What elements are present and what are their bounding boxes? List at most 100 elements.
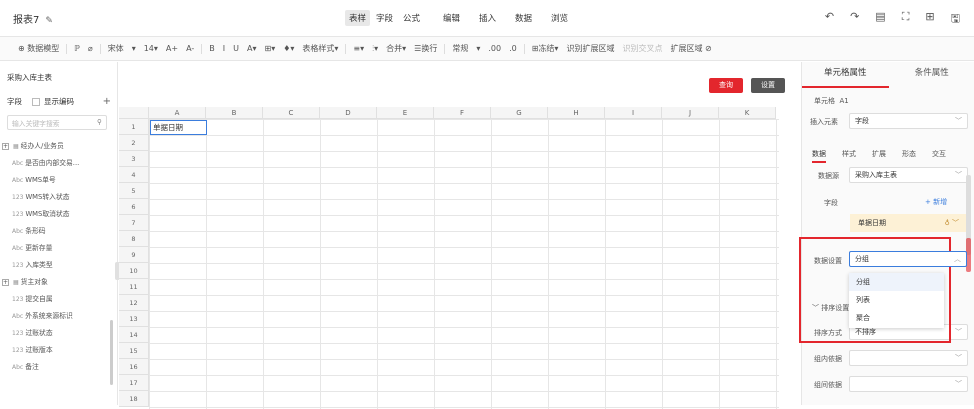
- row-header[interactable]: 7: [119, 215, 149, 231]
- menu-data[interactable]: 数据: [515, 12, 532, 24]
- italic-button[interactable]: I: [219, 44, 229, 53]
- row-header[interactable]: 16: [119, 359, 149, 375]
- column-header[interactable]: D: [320, 107, 377, 119]
- option-group[interactable]: 分组: [849, 273, 944, 291]
- mode-formula[interactable]: 公式: [399, 10, 424, 26]
- data-model-button[interactable]: ⊕ 数据模型: [14, 43, 63, 54]
- datasource-select[interactable]: 采购入库主表﹀: [849, 167, 968, 183]
- list-item[interactable]: Abc外系统来源标识: [0, 308, 112, 325]
- mode-field[interactable]: 字段: [372, 10, 397, 26]
- decimal-increase-button[interactable]: .00: [484, 44, 505, 53]
- list-item[interactable]: 123提交自属: [0, 291, 112, 308]
- valign-button[interactable]: ⫶▾: [368, 44, 382, 54]
- field-group-handler[interactable]: +▦经办人/业务员: [0, 138, 112, 155]
- font-decrease-button[interactable]: A-: [182, 44, 198, 53]
- row-header[interactable]: 6: [119, 199, 149, 215]
- row-header[interactable]: 5: [119, 183, 149, 199]
- detect-expand-area-button[interactable]: 识别扩展区域: [562, 43, 618, 54]
- column-header[interactable]: K: [719, 107, 776, 119]
- row-header[interactable]: 13: [119, 311, 149, 327]
- row-header[interactable]: 14: [119, 327, 149, 343]
- list-item[interactable]: Abc备注: [0, 359, 112, 376]
- subtab-interaction[interactable]: 交互: [932, 149, 946, 163]
- show-code-checkbox[interactable]: [32, 98, 40, 106]
- row-header[interactable]: 15: [119, 343, 149, 359]
- menu-insert[interactable]: 插入: [479, 12, 496, 24]
- row-header[interactable]: 1: [119, 119, 149, 135]
- font-family-select[interactable]: 宋体: [104, 43, 128, 54]
- group-by-select[interactable]: ﹀: [849, 350, 968, 366]
- row-header[interactable]: 3: [119, 151, 149, 167]
- detect-cross-point-button[interactable]: 识别交叉点: [618, 43, 666, 54]
- option-aggregate[interactable]: 聚合: [849, 309, 944, 327]
- tab-condition-properties[interactable]: 条件属性: [889, 62, 974, 88]
- row-header[interactable]: 12: [119, 295, 149, 311]
- row-header[interactable]: 17: [119, 375, 149, 391]
- number-format-select[interactable]: 常规: [448, 43, 472, 54]
- list-item[interactable]: Abc是否由内部交易...: [0, 155, 112, 172]
- clear-format-icon[interactable]: ⌀: [84, 44, 97, 53]
- insert-element-select[interactable]: 字段﹀: [849, 113, 968, 129]
- subtab-form[interactable]: 形态: [902, 149, 916, 163]
- cell-grid[interactable]: [149, 119, 779, 409]
- row-header[interactable]: 10: [119, 263, 149, 279]
- list-item[interactable]: Abc条形码: [0, 223, 112, 240]
- font-family-chevron-icon[interactable]: ▾: [128, 44, 140, 53]
- fill-color-button[interactable]: ♦▾: [279, 44, 298, 53]
- save-icon[interactable]: 🖫: [951, 10, 960, 29]
- menu-edit[interactable]: 编辑: [443, 12, 460, 24]
- column-header[interactable]: G: [491, 107, 548, 119]
- tab-cell-properties[interactable]: 单元格属性: [802, 62, 889, 88]
- expand-icon[interactable]: +: [2, 143, 9, 150]
- add-field-link[interactable]: + 新增: [925, 197, 947, 207]
- underline-button[interactable]: U: [229, 44, 243, 53]
- dataset-title[interactable]: 采购入库主表: [7, 72, 52, 83]
- fullscreen-icon[interactable]: ⛶: [902, 10, 910, 29]
- bold-button[interactable]: B: [205, 44, 219, 53]
- group-by2-select[interactable]: ﹀: [849, 376, 968, 392]
- column-header[interactable]: B: [206, 107, 263, 119]
- row-header[interactable]: 9: [119, 247, 149, 263]
- menu-browse[interactable]: 浏览: [551, 12, 568, 24]
- expand-area-button[interactable]: 扩展区域 ⊘: [666, 43, 715, 54]
- grid-icon[interactable]: ⊞: [925, 10, 934, 29]
- list-item[interactable]: 123过账版本: [0, 342, 112, 359]
- column-header[interactable]: I: [605, 107, 662, 119]
- preview-icon[interactable]: ▤: [875, 10, 885, 29]
- expand-icon[interactable]: +: [2, 279, 9, 286]
- subtab-expand[interactable]: 扩展: [872, 149, 886, 163]
- data-setting-select[interactable]: 分组︿: [849, 251, 967, 267]
- row-header[interactable]: 8: [119, 231, 149, 247]
- border-button[interactable]: ⊞▾: [261, 44, 280, 53]
- list-item[interactable]: 123WMS取消状态: [0, 206, 112, 223]
- row-header[interactable]: 4: [119, 167, 149, 183]
- font-increase-button[interactable]: A+: [162, 44, 182, 53]
- settings-button[interactable]: 设置: [751, 78, 785, 93]
- field-chip[interactable]: 单据日期♁ ﹀: [850, 214, 966, 232]
- font-color-button[interactable]: A▾: [243, 44, 261, 53]
- subtab-style[interactable]: 样式: [842, 149, 856, 163]
- format-painter-icon[interactable]: ℙ: [70, 44, 84, 53]
- field-group-owner[interactable]: +▦货主对象: [0, 274, 112, 291]
- row-header[interactable]: 11: [119, 279, 149, 295]
- column-header[interactable]: A: [149, 107, 206, 119]
- column-header[interactable]: H: [548, 107, 605, 119]
- search-icon[interactable]: ⚲: [97, 118, 102, 126]
- add-field-icon[interactable]: +: [103, 96, 111, 107]
- column-header[interactable]: F: [434, 107, 491, 119]
- list-item[interactable]: 123WMS转入状态: [0, 189, 112, 206]
- mode-table[interactable]: 表样: [345, 10, 370, 26]
- option-list[interactable]: 列表: [849, 291, 944, 309]
- list-item[interactable]: 123入库类型: [0, 257, 112, 274]
- field-search-input[interactable]: 输入关键字搜索 ⚲: [7, 115, 107, 130]
- corner-header[interactable]: [119, 107, 149, 119]
- number-format-chevron-icon[interactable]: ▾: [472, 44, 484, 53]
- align-button[interactable]: ≡▾: [349, 44, 368, 53]
- wrap-button[interactable]: ☰换行: [410, 43, 441, 54]
- table-style-button[interactable]: 表格样式▾: [298, 43, 342, 54]
- report-title[interactable]: 报表7✎: [13, 11, 53, 26]
- chip-menu-icon[interactable]: ♁ ﹀: [945, 214, 959, 232]
- decimal-decrease-button[interactable]: .0: [505, 44, 521, 53]
- query-button[interactable]: 查询: [709, 78, 743, 93]
- undo-icon[interactable]: ↶: [825, 10, 834, 29]
